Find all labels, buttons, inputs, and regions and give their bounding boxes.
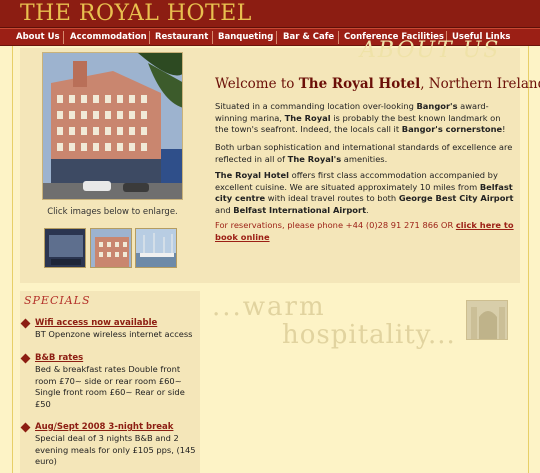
text-bold: Belfast International Airport xyxy=(233,204,367,215)
text-bold: The Royal's xyxy=(287,153,342,164)
nav-separator xyxy=(149,31,150,44)
text-bold: George Best City Airport xyxy=(398,193,514,203)
welcome-heading: Welcome to The Royal Hotel, Northern Ire… xyxy=(215,76,540,92)
nav-restaurant[interactable]: Restaurant xyxy=(155,29,208,46)
tagline-warm: ...warm xyxy=(212,292,326,322)
welcome-hotel-name: The Royal Hotel xyxy=(298,76,421,92)
special-3-night-break-link[interactable]: Aug/Sept 2008 3-night break xyxy=(35,422,173,432)
nav-separator xyxy=(338,31,339,44)
welcome-prefix: Welcome to xyxy=(215,76,299,92)
text-bold: The Royal xyxy=(284,112,331,123)
gallery-thumb-marina[interactable] xyxy=(135,228,177,268)
location-paragraph: The Royal Hotel offers first class accom… xyxy=(215,170,515,216)
nav-about-us[interactable]: About Us xyxy=(16,29,60,46)
text-span: with ideal travel routes to both xyxy=(265,193,399,203)
text-span: . xyxy=(366,204,369,215)
nav-accommodation[interactable]: Accommodation xyxy=(70,29,147,46)
welcome-suffix: , Northern Ireland xyxy=(420,76,540,92)
nav-separator xyxy=(212,31,213,44)
nav-separator xyxy=(63,31,64,44)
special-3-night-break-desc: Special deal of 3 nights B&B and 2 eveni… xyxy=(35,433,196,466)
specials-heading: SPECIALS xyxy=(24,294,91,307)
text-bold: Bangor's cornerstone xyxy=(401,124,503,134)
gallery-thumb-interior[interactable] xyxy=(44,228,86,268)
text-bold: The Royal Hotel xyxy=(215,170,289,180)
nav-banqueting[interactable]: Banqueting xyxy=(218,29,273,46)
gallery-caption: Click images below to enlarge. xyxy=(47,207,178,217)
page-border-left xyxy=(12,46,13,473)
text-span: amenities. xyxy=(341,153,388,164)
page-border-right xyxy=(528,46,529,473)
nav-separator xyxy=(276,31,277,44)
gallery-thumb-exterior[interactable] xyxy=(90,228,132,268)
special-bb-rates-desc: Bed & breakfast rates Double front room … xyxy=(35,364,185,409)
section-watermark: ABOUT US xyxy=(360,38,501,63)
special-wifi-desc: BT Openzone wireless internet access xyxy=(35,329,193,339)
amenities-paragraph: Both urban sophistication and internatio… xyxy=(215,142,515,165)
text-span: ! xyxy=(502,124,506,134)
doorway-photo xyxy=(466,300,508,340)
reservation-info: For reservations, please phone +44 (0)28… xyxy=(215,220,515,243)
nav-bar-cafe[interactable]: Bar & Cafe xyxy=(283,29,334,46)
special-bb-rates-link[interactable]: B&B rates xyxy=(35,353,83,363)
site-header: THE ROYAL HOTEL xyxy=(0,0,540,28)
text-span: and xyxy=(215,204,234,215)
intro-paragraph: Situated in a commanding location over-l… xyxy=(215,101,515,136)
hotel-main-photo[interactable] xyxy=(42,52,183,200)
special-wifi-link[interactable]: Wifi access now available xyxy=(35,318,157,328)
tagline-hospitality: hospitality... xyxy=(282,320,456,350)
reservation-text: For reservations, please phone +44 (0)28… xyxy=(215,220,456,230)
text-span: Situated in a commanding location over-l… xyxy=(215,101,417,111)
text-bold: Bangor's xyxy=(416,101,458,111)
hotel-logo[interactable]: THE ROYAL HOTEL xyxy=(20,0,252,28)
